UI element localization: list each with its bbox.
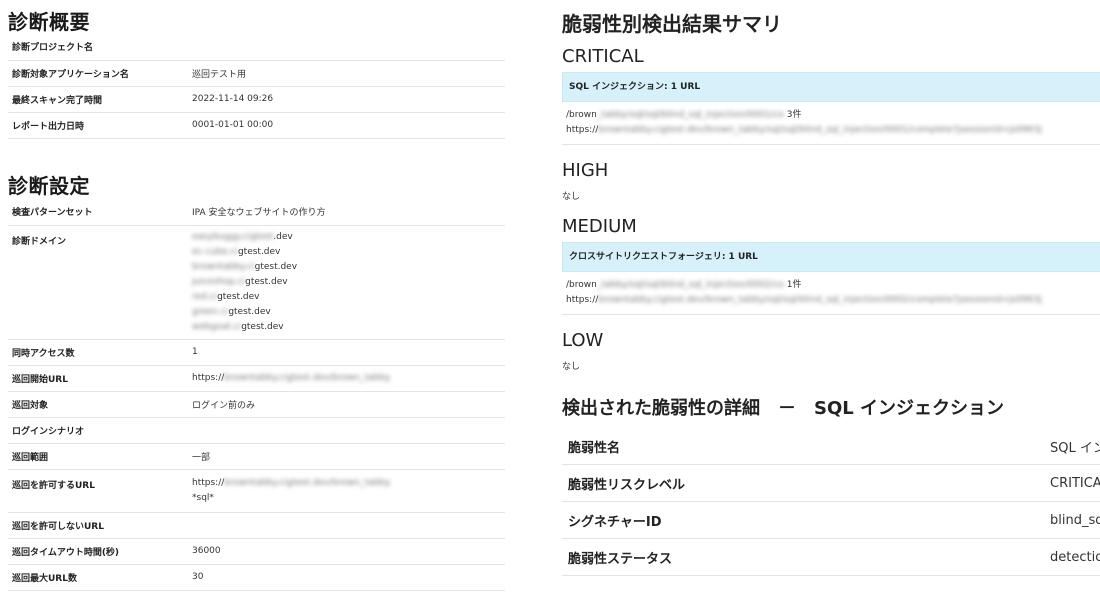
- medium-heading: MEDIUM: [562, 216, 637, 237]
- row-value: 2022-11-14 09:26: [188, 86, 505, 113]
- domain-item: webgoat.cigtest.dev: [192, 321, 284, 332]
- domain-item: juiceshop.cigtest.dev: [192, 276, 288, 287]
- domain-item: red.cigtest.dev: [192, 291, 260, 302]
- table-row: 最終スキャン完了時間 2022-11-14 09:26: [8, 86, 505, 113]
- row-key: 同時アクセス数: [8, 339, 188, 366]
- low-heading: LOW: [562, 330, 604, 351]
- medium-vuln-box: クロスサイトリクエストフォージェリ: 1 URL /brown_tabby/sq…: [562, 242, 1100, 315]
- table-row: 脆弱性リスクレベル CRITICA: [562, 464, 1100, 502]
- table-row: 巡回最大URL数 30: [8, 564, 505, 591]
- row-value: 0001-01-01 00:00: [188, 112, 505, 139]
- table-row: 脆弱性ステータス detectio: [562, 538, 1100, 576]
- table-row: 巡回タイムアウト時間(秒) 36000: [8, 538, 505, 565]
- row-key: 巡回を許可しないURL: [8, 512, 188, 539]
- row-value: 1: [188, 339, 505, 366]
- row-key: 脆弱性ステータス: [562, 538, 1044, 576]
- domain-list: easybuggy.cigtest.dev ec-cube.cigtest.de…: [188, 225, 505, 340]
- row-value: CRITICA: [1044, 464, 1100, 502]
- row-key: 巡回タイムアウト時間(秒): [8, 538, 188, 565]
- row-value: 30: [188, 564, 505, 591]
- row-key: 診断ドメイン: [8, 225, 188, 340]
- table-row: 巡回範囲 一部: [8, 443, 505, 470]
- domain-item: easybuggy.cigtest.dev: [192, 231, 293, 242]
- domain-item: ec-cube.cigtest.dev: [192, 246, 281, 257]
- settings-title: 診断設定: [8, 174, 90, 198]
- settings-table: 検査パターンセット IPA 安全なウェブサイトの作り方 診断ドメイン easyb…: [8, 199, 505, 591]
- table-row: ログインシナリオ: [8, 417, 505, 444]
- row-value: https://browntabby.cigtest.dev/brown_tab…: [188, 365, 505, 392]
- row-key: 巡回範囲: [8, 443, 188, 470]
- vuln-box-body: /brown_tabby/sql/sql/blind_sql_injection…: [562, 102, 1100, 145]
- high-none-text: なし: [562, 192, 581, 202]
- table-row: レポート出力日時 0001-01-01 00:00: [8, 112, 505, 139]
- table-row: 巡回対象 ログイン前のみ: [8, 391, 505, 418]
- row-key: 巡回を許可するURL: [8, 469, 188, 513]
- row-value: [188, 417, 505, 444]
- row-value: detectio: [1044, 538, 1100, 576]
- overview-title: 診断概要: [8, 10, 90, 34]
- row-key: シグネチャーID: [562, 501, 1044, 539]
- table-row: 診断対象アプリケーション名 巡回テスト用: [8, 60, 505, 87]
- row-key: 診断プロジェクト名: [8, 34, 188, 61]
- row-value: 36000: [188, 538, 505, 565]
- domain-item: green.cigtest.dev: [192, 306, 271, 317]
- row-value: [188, 512, 505, 539]
- row-key: 脆弱性名: [562, 428, 1044, 465]
- row-value: [188, 34, 505, 61]
- vuln-box-header[interactable]: クロスサイトリクエストフォージェリ: 1 URL: [562, 242, 1100, 272]
- row-value: blind_sq: [1044, 501, 1100, 539]
- row-key: 検査パターンセット: [8, 199, 188, 226]
- row-key: 巡回開始URL: [8, 365, 188, 392]
- overview-table: 診断プロジェクト名 診断対象アプリケーション名 巡回テスト用 最終スキャン完了時…: [8, 34, 505, 139]
- table-row: シグネチャーID blind_sq: [562, 501, 1100, 539]
- row-key: レポート出力日時: [8, 112, 188, 139]
- table-row: 同時アクセス数 1: [8, 339, 505, 366]
- row-key: 巡回対象: [8, 391, 188, 418]
- domain-item: browntabby.cigtest.dev: [192, 261, 298, 272]
- table-row: 脆弱性名 SQL イン: [562, 428, 1100, 465]
- low-none-text: なし: [562, 362, 581, 372]
- table-row: 検査パターンセット IPA 安全なウェブサイトの作り方: [8, 199, 505, 226]
- table-row: 診断ドメイン easybuggy.cigtest.dev ec-cube.cig…: [8, 225, 505, 340]
- critical-heading: CRITICAL: [562, 46, 644, 67]
- table-row: 診断プロジェクト名: [8, 34, 505, 61]
- row-key: ログインシナリオ: [8, 417, 188, 444]
- high-heading: HIGH: [562, 160, 609, 181]
- right-column: 脆弱性別検出結果サマリ CRITICAL SQL インジェクション: 1 URL…: [562, 0, 1100, 593]
- table-row: 巡回開始URL https://browntabby.cigtest.dev/b…: [8, 365, 505, 392]
- row-value: https://browntabby.cigtest.dev/brown_tab…: [188, 469, 505, 513]
- table-row: 巡回を許可しないURL: [8, 512, 505, 539]
- row-value: IPA 安全なウェブサイトの作り方: [188, 199, 505, 226]
- table-row: 巡回を許可するURL https://browntabby.cigtest.de…: [8, 469, 505, 513]
- row-value: SQL イン: [1044, 428, 1100, 465]
- row-key: 脆弱性リスクレベル: [562, 464, 1044, 502]
- row-value: 一部: [188, 443, 505, 470]
- row-key: 巡回最大URL数: [8, 564, 188, 591]
- summary-title: 脆弱性別検出結果サマリ: [562, 12, 782, 36]
- row-value: ログイン前のみ: [188, 391, 505, 418]
- row-value: 巡回テスト用: [188, 60, 505, 87]
- row-key: 診断対象アプリケーション名: [8, 60, 188, 87]
- detail-table: 脆弱性名 SQL イン 脆弱性リスクレベル CRITICA シグネチャーID b…: [562, 428, 1100, 576]
- vuln-box-body: /brown_tabby/sql/sql/blind_sql_injection…: [562, 272, 1100, 315]
- detail-title: 検出された脆弱性の詳細 － SQL インジェクション: [562, 398, 1004, 419]
- vuln-box-header[interactable]: SQL インジェクション: 1 URL: [562, 72, 1100, 102]
- critical-vuln-box: SQL インジェクション: 1 URL /brown_tabby/sql/sql…: [562, 72, 1100, 145]
- row-key: 最終スキャン完了時間: [8, 86, 188, 113]
